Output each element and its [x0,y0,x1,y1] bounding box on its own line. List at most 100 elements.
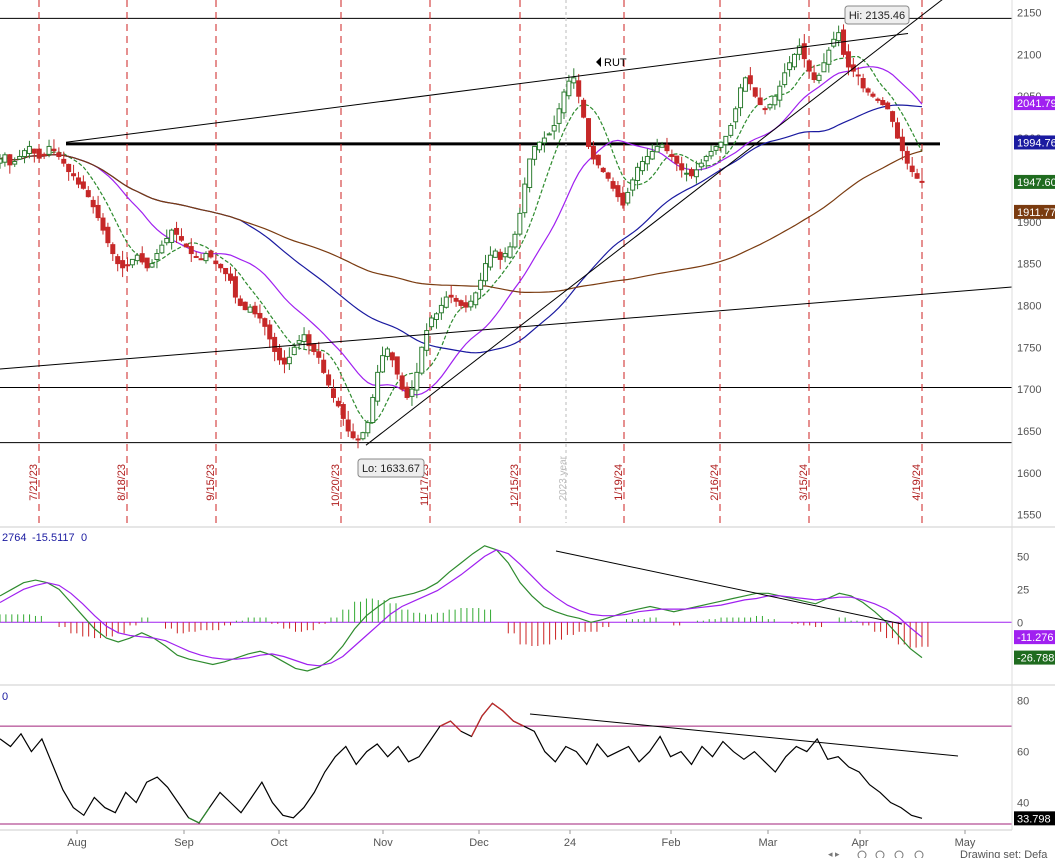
price-value-label-text: 1994.76 [1017,137,1055,149]
candle-body [468,300,474,308]
year-marker: 2023 year [558,455,569,500]
rsi-value-labels: 33.798 [1014,811,1055,826]
candle-body [541,137,547,144]
candle-body [139,253,145,263]
candle-body [703,155,709,162]
price-value-label: 1994.76 [1014,135,1055,150]
candle-body [46,145,52,155]
candle-body [301,334,307,342]
candle-body [228,273,233,281]
candle [527,158,533,193]
candle-body [296,340,302,344]
candle-body [899,136,905,152]
candle-body [340,404,346,419]
x-tick-label: Aug [67,837,87,849]
candle-body [110,244,116,255]
candle-body [394,356,400,375]
rsi-value-label-text: 33.798 [1017,813,1051,825]
candle-body [198,258,204,261]
candle-body [674,155,680,164]
candle-body [635,166,641,181]
candle-body [85,190,91,198]
price-tick-label: 1850 [1017,259,1041,271]
candle [586,118,592,150]
candle-body [894,122,900,139]
candle-body [669,154,675,157]
candle-body [193,256,199,259]
candle-body [120,260,126,269]
candle-body [399,375,405,390]
candle-body [610,181,616,189]
candle-body [242,301,248,311]
candle-body [914,173,920,179]
candle-body [291,346,297,356]
x-tick-label: Oct [270,837,287,849]
candle-body [365,422,371,434]
candle-body [31,148,37,154]
candle-body [174,227,180,235]
candle-body [885,102,891,110]
cycle-date-label: 2/16/24 [709,464,721,501]
candle-body [404,386,410,398]
candle-body [424,330,430,351]
macd-header-value-1: 2764 [2,532,26,544]
macd-value-label-text: -26.788 [1017,653,1054,665]
candle-body [733,108,739,123]
cycle-date-label: 7/21/23 [28,464,40,501]
candle-body [154,253,160,260]
candle-body [188,246,194,255]
candle-body [904,150,910,164]
candle [742,76,748,92]
candle-body [0,158,3,164]
candle-body [169,229,175,243]
candle-body [576,80,582,97]
candle-body [17,155,23,160]
candle-body [438,304,444,314]
cycle-date-label: 9/15/23 [205,464,217,501]
candle-body [806,60,812,72]
candle-body [880,100,886,106]
candle-body [26,145,32,154]
candle-body [370,396,376,424]
candle-body [316,351,322,358]
candle-body [536,141,542,151]
drawing-set-text[interactable]: Drawing set: Defa [960,849,1048,858]
rsi-tick-label: 80 [1017,696,1029,708]
candle-body [433,313,439,320]
candle-body [566,80,572,97]
candle-body [492,250,498,258]
x-tick-label: Feb [662,837,681,849]
candle-body [375,371,381,402]
candle-body [478,279,484,290]
candle-body [80,181,86,189]
x-tick-label: Dec [469,837,489,849]
candle-body [277,347,283,361]
x-tick-label: May [955,837,976,849]
candle-body [443,296,449,308]
candle-body [497,251,503,260]
candle-body [272,336,278,352]
candle-body [811,72,817,80]
macd-header-value-2: -15.5117 [32,532,75,544]
candle-body [654,145,660,153]
candle-body [483,263,489,282]
candle-body [159,244,165,254]
candle-body [615,185,621,198]
toolbar-left-icon[interactable]: ◂ ▸ [828,849,840,858]
rsi-header-value: 0 [2,691,8,703]
candle-body [527,158,533,189]
candle-body [2,154,8,163]
candle-body [845,51,851,68]
candle [183,243,189,248]
candle-body [56,152,62,157]
candle-body [738,87,744,109]
candle-body [875,98,881,101]
candle-body [664,144,670,152]
candle-body [100,217,106,231]
macd-tick-label: 0 [1017,617,1023,629]
candle-body [262,318,268,327]
candle-body [517,212,523,235]
candle-body [689,169,694,177]
candle-body [826,49,832,65]
candle-body [787,62,793,71]
